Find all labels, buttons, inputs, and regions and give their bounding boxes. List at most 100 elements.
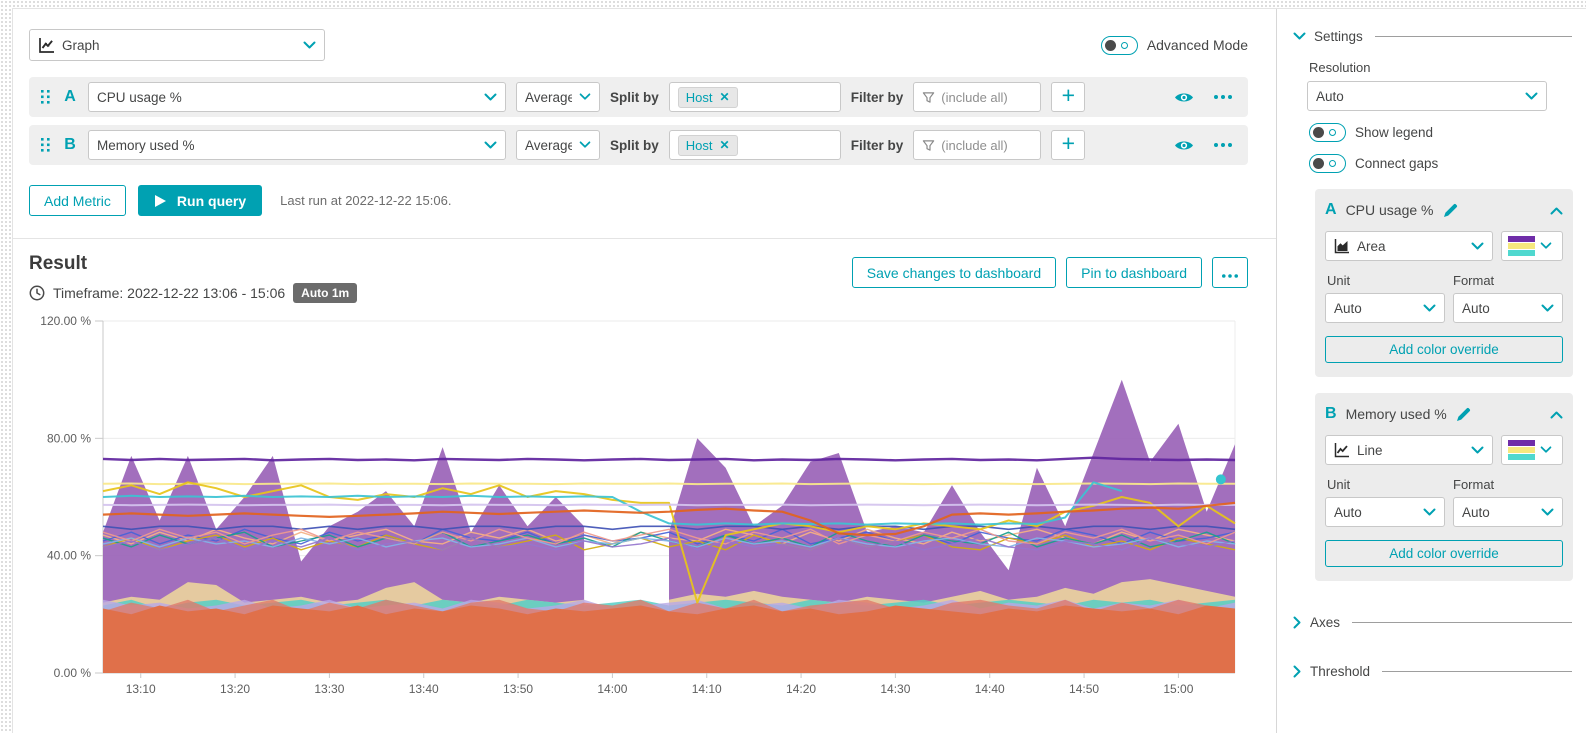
svg-text:13:30: 13:30: [314, 682, 344, 696]
threshold-section-label: Threshold: [1310, 664, 1370, 679]
unit-select-b[interactable]: Auto: [1325, 497, 1445, 527]
metric-row-a: A CPU usage % Average Split by Host ✕ Fi…: [29, 77, 1248, 117]
result-options-button[interactable]: [1212, 257, 1248, 288]
add-color-override-button-b[interactable]: Add color override: [1325, 540, 1563, 567]
filter-by-input-a[interactable]: (include all): [913, 82, 1041, 112]
threshold-section-toggle[interactable]: Threshold: [1293, 664, 1574, 679]
eye-icon: [1174, 139, 1194, 152]
format-select-b[interactable]: Auto: [1453, 497, 1563, 527]
split-by-label: Split by: [610, 90, 659, 105]
split-by-input-a[interactable]: Host ✕: [669, 82, 841, 112]
chevron-down-icon: [1471, 242, 1484, 251]
collapse-card-button[interactable]: [1550, 206, 1563, 215]
row-options-button-a[interactable]: [1214, 95, 1232, 99]
save-to-dashboard-button[interactable]: Save changes to dashboard: [852, 257, 1056, 288]
show-legend-label: Show legend: [1355, 125, 1433, 140]
visibility-toggle-button-b[interactable]: [1174, 139, 1194, 152]
unit-format-labels: Unit Format: [1327, 477, 1563, 492]
resolution-label: Resolution: [1309, 60, 1574, 75]
unit-value: Auto: [1334, 301, 1416, 316]
edit-name-button[interactable]: [1443, 203, 1458, 218]
resolution-value: Auto: [1316, 89, 1518, 104]
unit-select-a[interactable]: Auto: [1325, 293, 1445, 323]
color-swatch: [1508, 236, 1535, 256]
metric-select-b[interactable]: Memory used %: [88, 130, 506, 160]
chevron-down-icon: [1471, 446, 1484, 455]
svg-text:120.00 %: 120.00 %: [40, 314, 91, 328]
metric-row-b: B Memory used % Average Split by Host ✕ …: [29, 125, 1248, 165]
add-color-override-button-a[interactable]: Add color override: [1325, 336, 1563, 363]
pin-to-dashboard-button[interactable]: Pin to dashboard: [1066, 257, 1202, 288]
connect-gaps-label: Connect gaps: [1355, 156, 1438, 171]
split-chip-host[interactable]: Host ✕: [678, 135, 738, 156]
aggregation-select-a[interactable]: Average: [516, 82, 600, 112]
add-metric-button[interactable]: Add Metric: [29, 185, 126, 216]
format-value: Auto: [1462, 505, 1534, 520]
color-palette-select-a[interactable]: [1501, 231, 1563, 261]
chart-type-select-b[interactable]: Line: [1325, 435, 1493, 465]
metric-select-a[interactable]: CPU usage %: [88, 82, 506, 112]
remove-chip-icon[interactable]: ✕: [720, 138, 730, 152]
add-dimension-button-b[interactable]: +: [1051, 130, 1085, 160]
add-dimension-button-a[interactable]: +: [1051, 82, 1085, 112]
unit-format-row: Auto Auto: [1325, 497, 1563, 527]
drag-handle-icon[interactable]: [39, 88, 52, 106]
chevron-down-icon: [1423, 508, 1436, 517]
actions-row: Add Metric Run query Last run at 2022-12…: [29, 185, 1276, 216]
page: Graph Advanced Mode A CPU usage %: [0, 0, 1586, 733]
metric-value: CPU usage %: [97, 90, 477, 105]
svg-text:14:30: 14:30: [880, 682, 910, 696]
chart-type-select-a[interactable]: Area: [1325, 231, 1493, 261]
resolution-select[interactable]: Auto: [1307, 81, 1547, 111]
chevron-right-icon: [1293, 616, 1302, 629]
funnel-icon: [922, 139, 935, 152]
chip-label: Host: [686, 90, 713, 105]
split-chip-host[interactable]: Host ✕: [678, 87, 738, 108]
edit-name-button[interactable]: [1456, 407, 1471, 422]
drag-handle-icon[interactable]: [39, 136, 52, 154]
run-query-button[interactable]: Run query: [138, 185, 262, 216]
filter-placeholder: (include all): [941, 138, 1007, 153]
chevron-up-icon: [1550, 206, 1563, 215]
settings-sidebar: Settings Resolution Auto Show legend: [1276, 9, 1586, 733]
color-palette-select-b[interactable]: [1501, 435, 1563, 465]
chevron-up-icon: [1550, 410, 1563, 419]
series-letter: B: [1325, 405, 1337, 423]
visibility-toggle-button-a[interactable]: [1174, 91, 1194, 104]
row-actions: [1174, 139, 1238, 152]
type-color-row: Line: [1325, 435, 1563, 465]
chevron-down-icon: [1293, 32, 1306, 41]
remove-chip-icon[interactable]: ✕: [720, 90, 730, 104]
toggle-knob: [1105, 40, 1116, 51]
series-card-header: B Memory used %: [1325, 405, 1563, 423]
funnel-icon: [922, 91, 935, 104]
filter-by-input-b[interactable]: (include all): [913, 130, 1041, 160]
chart-type-value: Line: [1357, 443, 1464, 458]
aggregation-value: Average: [525, 138, 572, 153]
format-select-a[interactable]: Auto: [1453, 293, 1563, 323]
split-by-input-b[interactable]: Host ✕: [669, 130, 841, 160]
advanced-mode-toggle[interactable]: [1101, 36, 1138, 55]
pencil-icon: [1443, 203, 1458, 218]
format-label: Format: [1453, 273, 1494, 288]
unit-label: Unit: [1327, 477, 1453, 492]
ellipsis-icon: [1214, 95, 1232, 99]
section-rule: [1352, 622, 1572, 623]
query-letter-a: A: [62, 88, 78, 106]
result-chart[interactable]: 0.00 %40.00 %80.00 %120.00 %13:1013:2013…: [29, 309, 1248, 709]
axes-section-toggle[interactable]: Axes: [1293, 615, 1574, 630]
filter-by-label: Filter by: [851, 138, 904, 153]
main-area: Graph Advanced Mode A CPU usage %: [13, 9, 1276, 733]
row-options-button-b[interactable]: [1214, 143, 1232, 147]
settings-content: Resolution Auto Show legend Connect gaps: [1307, 60, 1574, 581]
connect-gaps-toggle[interactable]: [1309, 154, 1346, 173]
show-legend-toggle[interactable]: [1309, 123, 1346, 142]
unit-label: Unit: [1327, 273, 1453, 288]
svg-text:13:50: 13:50: [503, 682, 533, 696]
chevron-down-icon: [579, 93, 591, 101]
collapse-card-button[interactable]: [1550, 410, 1563, 419]
aggregation-select-b[interactable]: Average: [516, 130, 600, 160]
unit-format-row: Auto Auto: [1325, 293, 1563, 323]
settings-section-toggle[interactable]: Settings: [1293, 29, 1574, 44]
visualization-select[interactable]: Graph: [29, 29, 325, 61]
